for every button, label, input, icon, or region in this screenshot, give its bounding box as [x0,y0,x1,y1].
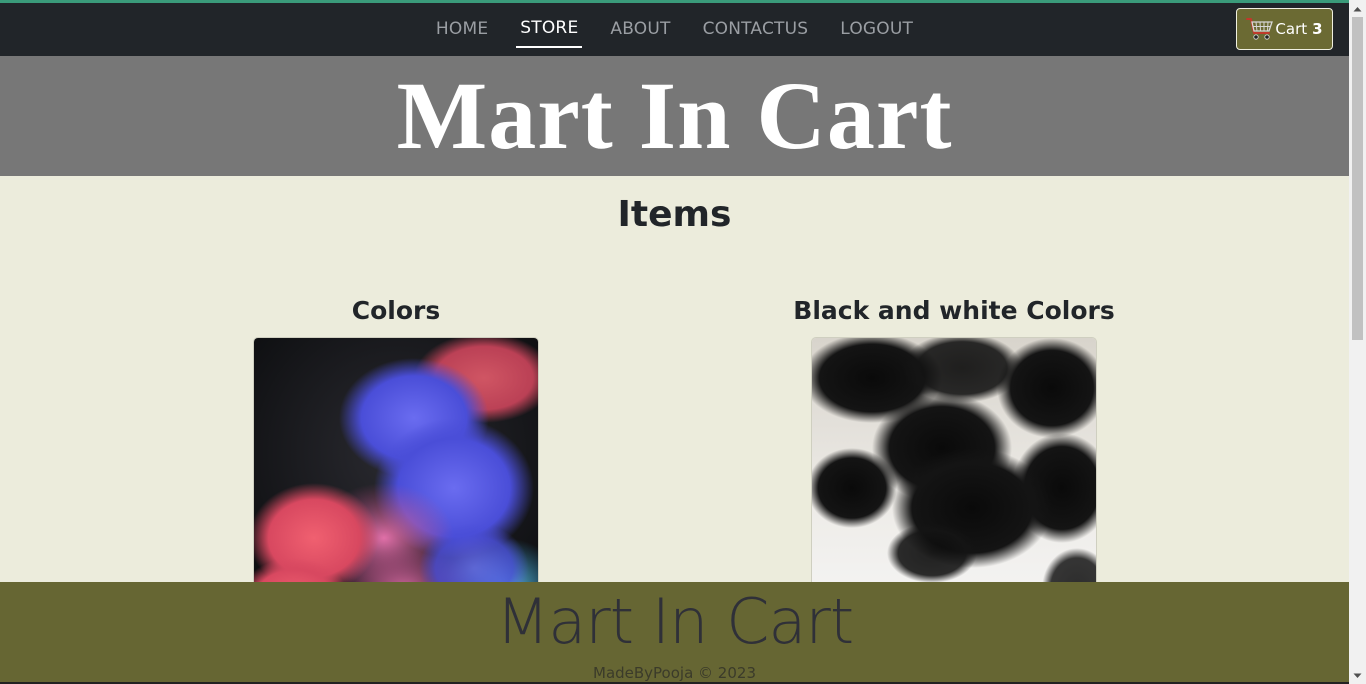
nav-link-contactus[interactable]: CONTACTUS [699,13,813,47]
item-card-black-and-white-colors: Black and white Colors [790,296,1118,623]
scroll-down-arrow-icon[interactable] [1349,667,1366,684]
nav-link-home[interactable]: HOME [432,13,492,47]
hero-banner: Mart In Cart [0,56,1349,176]
page-content: HOME STORE ABOUT CONTACTUS LOGOUT Cart 3… [0,0,1349,684]
page: HOME STORE ABOUT CONTACTUS LOGOUT Cart 3… [0,0,1366,684]
nav-link-logout[interactable]: LOGOUT [836,13,917,47]
nav-link-about[interactable]: ABOUT [606,13,674,47]
footer-credit: MadeByPooja © 2023 [593,664,756,683]
nav-links: HOME STORE ABOUT CONTACTUS LOGOUT [0,3,1349,56]
colorful-smoke-graphic [254,338,538,622]
item-card-colors: Colors [253,296,539,623]
vertical-scrollbar[interactable] [1349,0,1366,684]
footer-title: Mart In Cart [495,585,854,658]
nav-link-store[interactable]: STORE [516,12,583,48]
hero-title: Mart In Cart [396,62,953,169]
shopping-cart-icon [1246,18,1274,40]
cart-button[interactable]: Cart 3 [1236,8,1333,50]
navbar: HOME STORE ABOUT CONTACTUS LOGOUT Cart 3 [0,0,1349,56]
footer: Mart In Cart MadeByPooja © 2023 [0,582,1349,684]
scroll-up-arrow-icon[interactable] [1349,0,1366,17]
item-title: Colors [351,296,441,325]
black-ink-smoke-graphic [812,338,1096,622]
item-title: Black and white Colors [793,296,1115,325]
cart-label: Cart [1275,20,1308,38]
scrollbar-thumb[interactable] [1352,17,1363,340]
colorful-smoke-image[interactable] [253,337,539,623]
black-ink-smoke-image[interactable] [811,337,1097,623]
cart-count-badge: 3 [1312,20,1323,38]
section-title: Items [617,194,732,235]
